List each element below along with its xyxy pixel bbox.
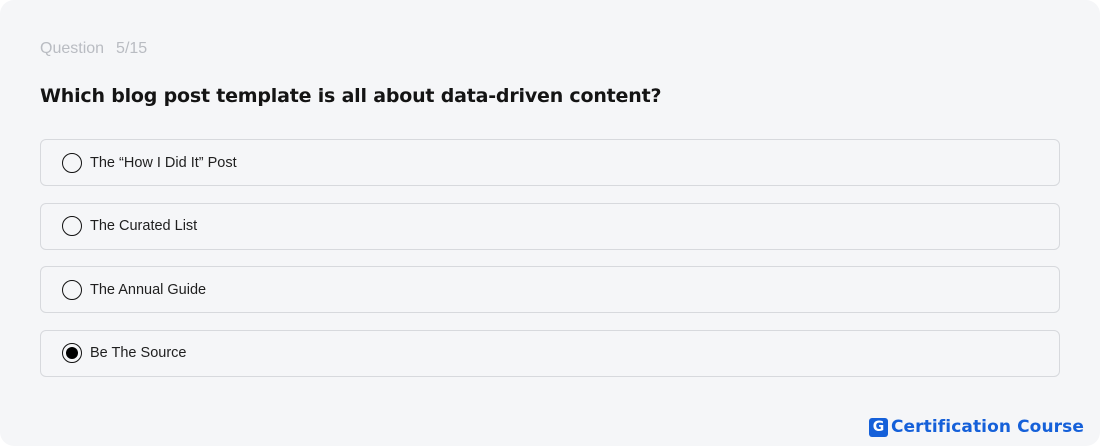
radio-button[interactable] (62, 279, 82, 300)
answer-option-label: The Curated List (90, 218, 198, 234)
answer-options: The “How I Did It” Post The Curated List… (40, 139, 1060, 393)
answer-option-4[interactable]: Be The Source (40, 329, 1060, 377)
radio-selected-dot (66, 347, 78, 359)
radio-button[interactable] (62, 343, 82, 363)
brand-name: Certification Course (890, 417, 1084, 437)
answer-option-2[interactable]: The Curated List (40, 202, 1060, 250)
question-counter-label: Question (40, 40, 105, 57)
radio-button[interactable] (62, 152, 82, 173)
answer-option-label: The “How I Did It” Post (90, 154, 237, 171)
answer-option-1[interactable]: The “How I Did It” Post (40, 139, 1060, 186)
radio-button[interactable] (62, 216, 82, 236)
answer-option-label: The Annual Guide (90, 281, 207, 298)
answer-option-3[interactable]: The Annual Guide (40, 266, 1060, 313)
answer-option-label: Be The Source (90, 345, 187, 361)
brand-logo-icon: G (868, 417, 888, 437)
question-counter-value: 5/15 (116, 40, 148, 57)
brand-footer: G Certification Course (868, 417, 1084, 437)
question-text: Which blog post template is all about da… (40, 85, 662, 107)
quiz-card: Question 5/15 Which blog post template i… (0, 0, 1100, 446)
question-counter: Question 5/15 (40, 40, 147, 58)
